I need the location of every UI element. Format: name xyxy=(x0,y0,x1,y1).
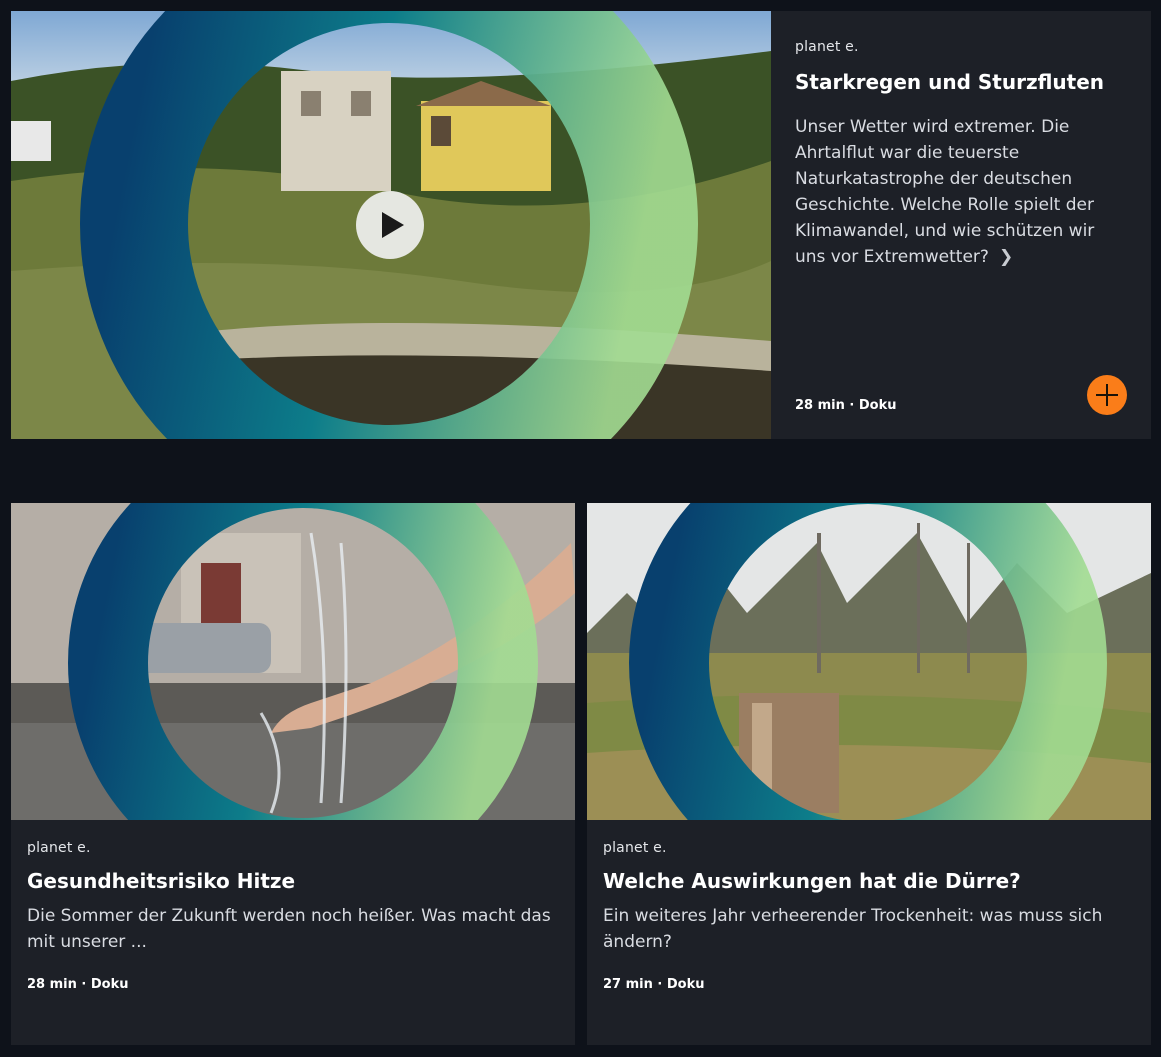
teaser-card-hitze[interactable]: planet e. Gesundheitsrisiko Hitze Die So… xyxy=(11,503,575,1045)
play-button[interactable] xyxy=(356,191,424,259)
play-icon xyxy=(382,212,404,238)
teaser-title[interactable]: Starkregen und Sturzfluten xyxy=(795,70,1127,94)
featured-info: planet e. Starkregen und Sturzfluten Uns… xyxy=(771,11,1151,439)
teaser-description[interactable]: Unser Wetter wird extremer. Die Ahrtalfl… xyxy=(795,114,1127,270)
card-info: planet e. Welche Auswirkungen hat die Dü… xyxy=(587,820,1151,992)
teaser-meta: 28 min · Doku xyxy=(795,398,897,413)
plus-icon xyxy=(1096,384,1118,406)
teaser-card-duerre[interactable]: planet e. Welche Auswirkungen hat die Dü… xyxy=(587,503,1151,1045)
card-description: Die Sommer der Zukunft werden noch heiße… xyxy=(27,906,551,952)
card-meta: 28 min · Doku xyxy=(27,977,129,992)
featured-teaser[interactable]: planet e. Starkregen und Sturzfluten Uns… xyxy=(11,11,1151,439)
card-info: planet e. Gesundheitsrisiko Hitze Die So… xyxy=(11,820,575,992)
card-title[interactable]: Welche Auswirkungen hat die Dürre? xyxy=(603,869,1135,893)
brand-label: planet e. xyxy=(603,840,667,856)
card-thumbnail[interactable] xyxy=(587,503,1151,820)
card-thumbnail[interactable] xyxy=(11,503,575,820)
card-description: Ein weiteres Jahr verheerender Trockenhe… xyxy=(603,906,1103,952)
featured-thumbnail[interactable] xyxy=(11,11,771,439)
brand-label: planet e. xyxy=(795,39,859,55)
drought-forest-image xyxy=(587,503,1151,820)
card-meta: 27 min · Doku xyxy=(603,977,705,992)
fountain-hand-image xyxy=(11,503,575,820)
card-title[interactable]: Gesundheitsrisiko Hitze xyxy=(27,869,559,893)
add-to-list-button[interactable] xyxy=(1087,375,1127,415)
brand-label: planet e. xyxy=(27,840,91,856)
chevron-right-icon[interactable]: ❯ xyxy=(999,244,1013,270)
